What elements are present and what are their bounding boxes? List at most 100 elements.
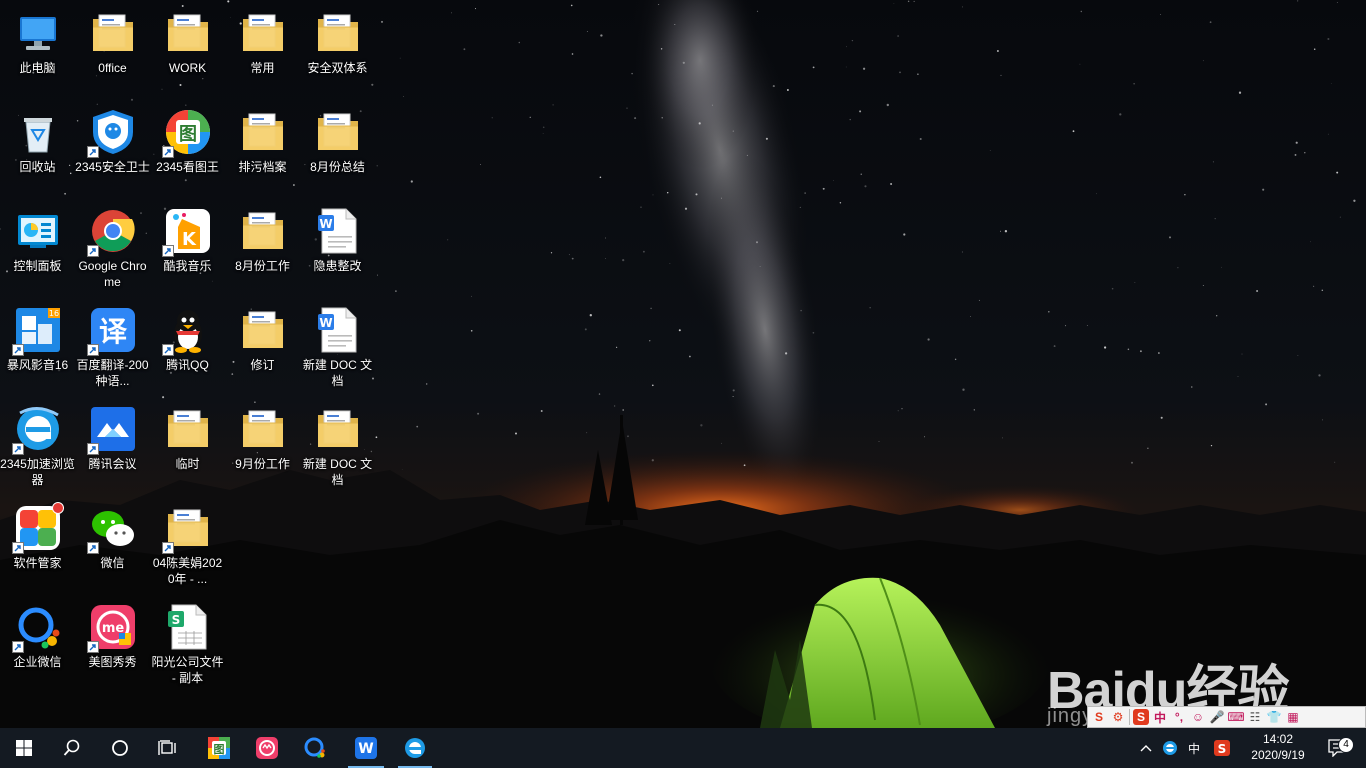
desktop-icon[interactable]: me 美图秀秀 — [75, 594, 150, 689]
desktop-icon-label: 回收站 — [19, 160, 56, 174]
desktop-icon-label: 腾讯QQ — [166, 358, 209, 372]
svg-text:图: 图 — [214, 743, 225, 756]
desktop-icon-label: 04陈美娟2020年 - ... — [152, 556, 223, 586]
windows-start-icon[interactable] — [0, 728, 48, 768]
folder-icon — [314, 405, 362, 453]
desktop-icon[interactable]: K 酷我音乐 — [150, 198, 225, 293]
desktop-icon-label: 2345加速浏览器 — [0, 457, 75, 487]
desktop-icon[interactable]: 企业微信 — [0, 594, 75, 689]
ime-skin-icon[interactable]: 👕 — [1266, 709, 1282, 725]
desktop-icon[interactable]: 软件管家 — [0, 495, 75, 590]
tray-sogou-icon[interactable]: S — [1210, 728, 1234, 768]
chevron-up-icon[interactable] — [1136, 728, 1156, 768]
desktop-icon-label: 安全双体系 — [307, 61, 368, 75]
tray-ime-mode[interactable]: 中 — [1184, 728, 1204, 768]
shortcut-arrow-icon — [161, 245, 174, 257]
desktop-icon[interactable]: S 阳光公司文件 - 副本 — [150, 594, 225, 689]
shortcut-arrow-icon — [161, 542, 174, 554]
shortcut-arrow-icon — [86, 344, 99, 356]
ime-punctuation-icon[interactable]: °, — [1171, 709, 1187, 725]
image-viewer-icon[interactable]: 图 — [196, 728, 242, 768]
desktop-icon[interactable]: 回收站 — [0, 99, 75, 194]
desktop-icon-label: 2345看图王 — [156, 160, 219, 174]
ime-toolbox-icon[interactable]: ☷ — [1247, 709, 1263, 725]
wps-writer-icon[interactable]: W — [344, 728, 388, 768]
search-icon[interactable] — [48, 728, 96, 768]
desktop-icon-label: 美图秀秀 — [88, 655, 137, 669]
shortcut-arrow-icon — [86, 443, 99, 455]
taskbar-clock[interactable]: 14:02 2020/9/19 — [1244, 728, 1312, 768]
tray-browser-icon[interactable] — [1160, 728, 1180, 768]
desktop-icon[interactable]: 0ffice — [75, 0, 150, 95]
desktop-icon[interactable]: 9月份工作 — [225, 396, 300, 491]
ime-sogou-icon[interactable]: S — [1133, 709, 1149, 725]
folder-icon — [239, 306, 287, 354]
desktop-icon[interactable]: 控制面板 — [0, 198, 75, 293]
desktop-icon-label: 2345安全卫士 — [75, 160, 150, 174]
desktop-icon-label: 8月份总结 — [310, 160, 365, 174]
desktop-icon-label: 百度翻译-200种语... — [76, 358, 149, 388]
folder-icon — [239, 108, 287, 156]
baofeng-icon: 16 — [11, 306, 62, 356]
desktop-icon[interactable]: 译百度翻译-200种语... — [75, 297, 150, 392]
ime-keyboard-icon[interactable]: ⌨ — [1227, 709, 1244, 725]
ime-toolbar[interactable]: S ⚙ S 中 °, ☺ 🎤 ⌨ ☷ 👕 ▦ — [1087, 706, 1366, 728]
desktop-icon[interactable]: 修订 — [225, 297, 300, 392]
desktop-icon[interactable]: 安全双体系 — [300, 0, 375, 95]
taskbar: 图 W 中 S 14:02 2020/9/19 4 — [0, 728, 1366, 768]
ie-browser-icon[interactable] — [394, 728, 436, 768]
folder-icon — [89, 9, 137, 57]
desktop-icon-label: WORK — [168, 61, 207, 75]
ime-logo-icon[interactable]: S — [1091, 709, 1107, 725]
desktop-icon[interactable]: 排污档案 — [225, 99, 300, 194]
desktop-icon[interactable]: 2345安全卫士 — [75, 99, 150, 194]
svg-text:K: K — [182, 229, 197, 250]
action-center-icon[interactable]: 4 — [1318, 728, 1358, 768]
ime-voice-icon[interactable]: 🎤 — [1209, 709, 1225, 725]
task-view-icon[interactable] — [144, 728, 192, 768]
shortcut-arrow-icon — [161, 344, 174, 356]
qq-penguin-icon — [161, 306, 212, 356]
ime-settings-icon[interactable]: ⚙ — [1110, 709, 1126, 725]
svg-text:W: W — [358, 741, 373, 757]
desktop-icon[interactable]: 新建 DOC 文档 — [300, 396, 375, 491]
folder-icon — [239, 405, 287, 453]
desktop-icon[interactable]: Google Chrome — [75, 198, 150, 293]
folder-icon — [164, 405, 212, 453]
desktop-icon[interactable]: 2345加速浏览器 — [0, 396, 75, 491]
desktop-icon[interactable]: 图 2345看图王 — [150, 99, 225, 194]
desktop-icon-label: 软件管家 — [13, 556, 62, 570]
desktop-icon[interactable]: 8月份总结 — [300, 99, 375, 194]
desktop-icon[interactable]: 临时 — [150, 396, 225, 491]
desktop-icon[interactable]: 常用 — [225, 0, 300, 95]
desktop-icon[interactable]: 8月份工作 — [225, 198, 300, 293]
ime-emoji-icon[interactable]: ☺ — [1190, 709, 1206, 725]
word-doc-icon: W — [314, 207, 362, 255]
desktop-icon[interactable]: 腾讯会议 — [75, 396, 150, 491]
computer-icon — [14, 9, 62, 57]
cortana-icon[interactable] — [96, 728, 144, 768]
desktop-icon-label: 隐患整改 — [313, 259, 362, 273]
desktop-icon[interactable]: 此电脑 — [0, 0, 75, 95]
tencent-meeting-icon — [86, 405, 137, 455]
image-viewer-icon: 图 — [161, 108, 212, 158]
wechat-icon — [86, 504, 137, 554]
ime-menu-icon[interactable]: ▦ — [1285, 709, 1301, 725]
desktop-icon[interactable]: 腾讯QQ — [150, 297, 225, 392]
ie-browser-icon — [11, 405, 62, 455]
ime-mode-label[interactable]: 中 — [1152, 709, 1168, 725]
shortcut-arrow-icon — [11, 542, 24, 554]
desktop-icon[interactable]: W 新建 DOC 文档 — [300, 297, 375, 392]
desktop-icon-label: 8月份工作 — [235, 259, 290, 273]
desktop-icon[interactable]: 16 暴风影音16 — [0, 297, 75, 392]
desktop-icon[interactable]: WORK — [150, 0, 225, 95]
meitu-icon[interactable] — [244, 728, 290, 768]
wecom-icon[interactable] — [292, 728, 338, 768]
desktop-icon[interactable]: 04陈美娟2020年 - ... — [150, 495, 225, 590]
desktop-icon[interactable]: W 隐患整改 — [300, 198, 375, 293]
folder-icon — [239, 9, 287, 57]
shortcut-arrow-icon — [161, 146, 174, 158]
folder-icon — [314, 108, 362, 156]
desktop-icon[interactable]: 微信 — [75, 495, 150, 590]
shortcut-arrow-icon — [86, 245, 99, 257]
